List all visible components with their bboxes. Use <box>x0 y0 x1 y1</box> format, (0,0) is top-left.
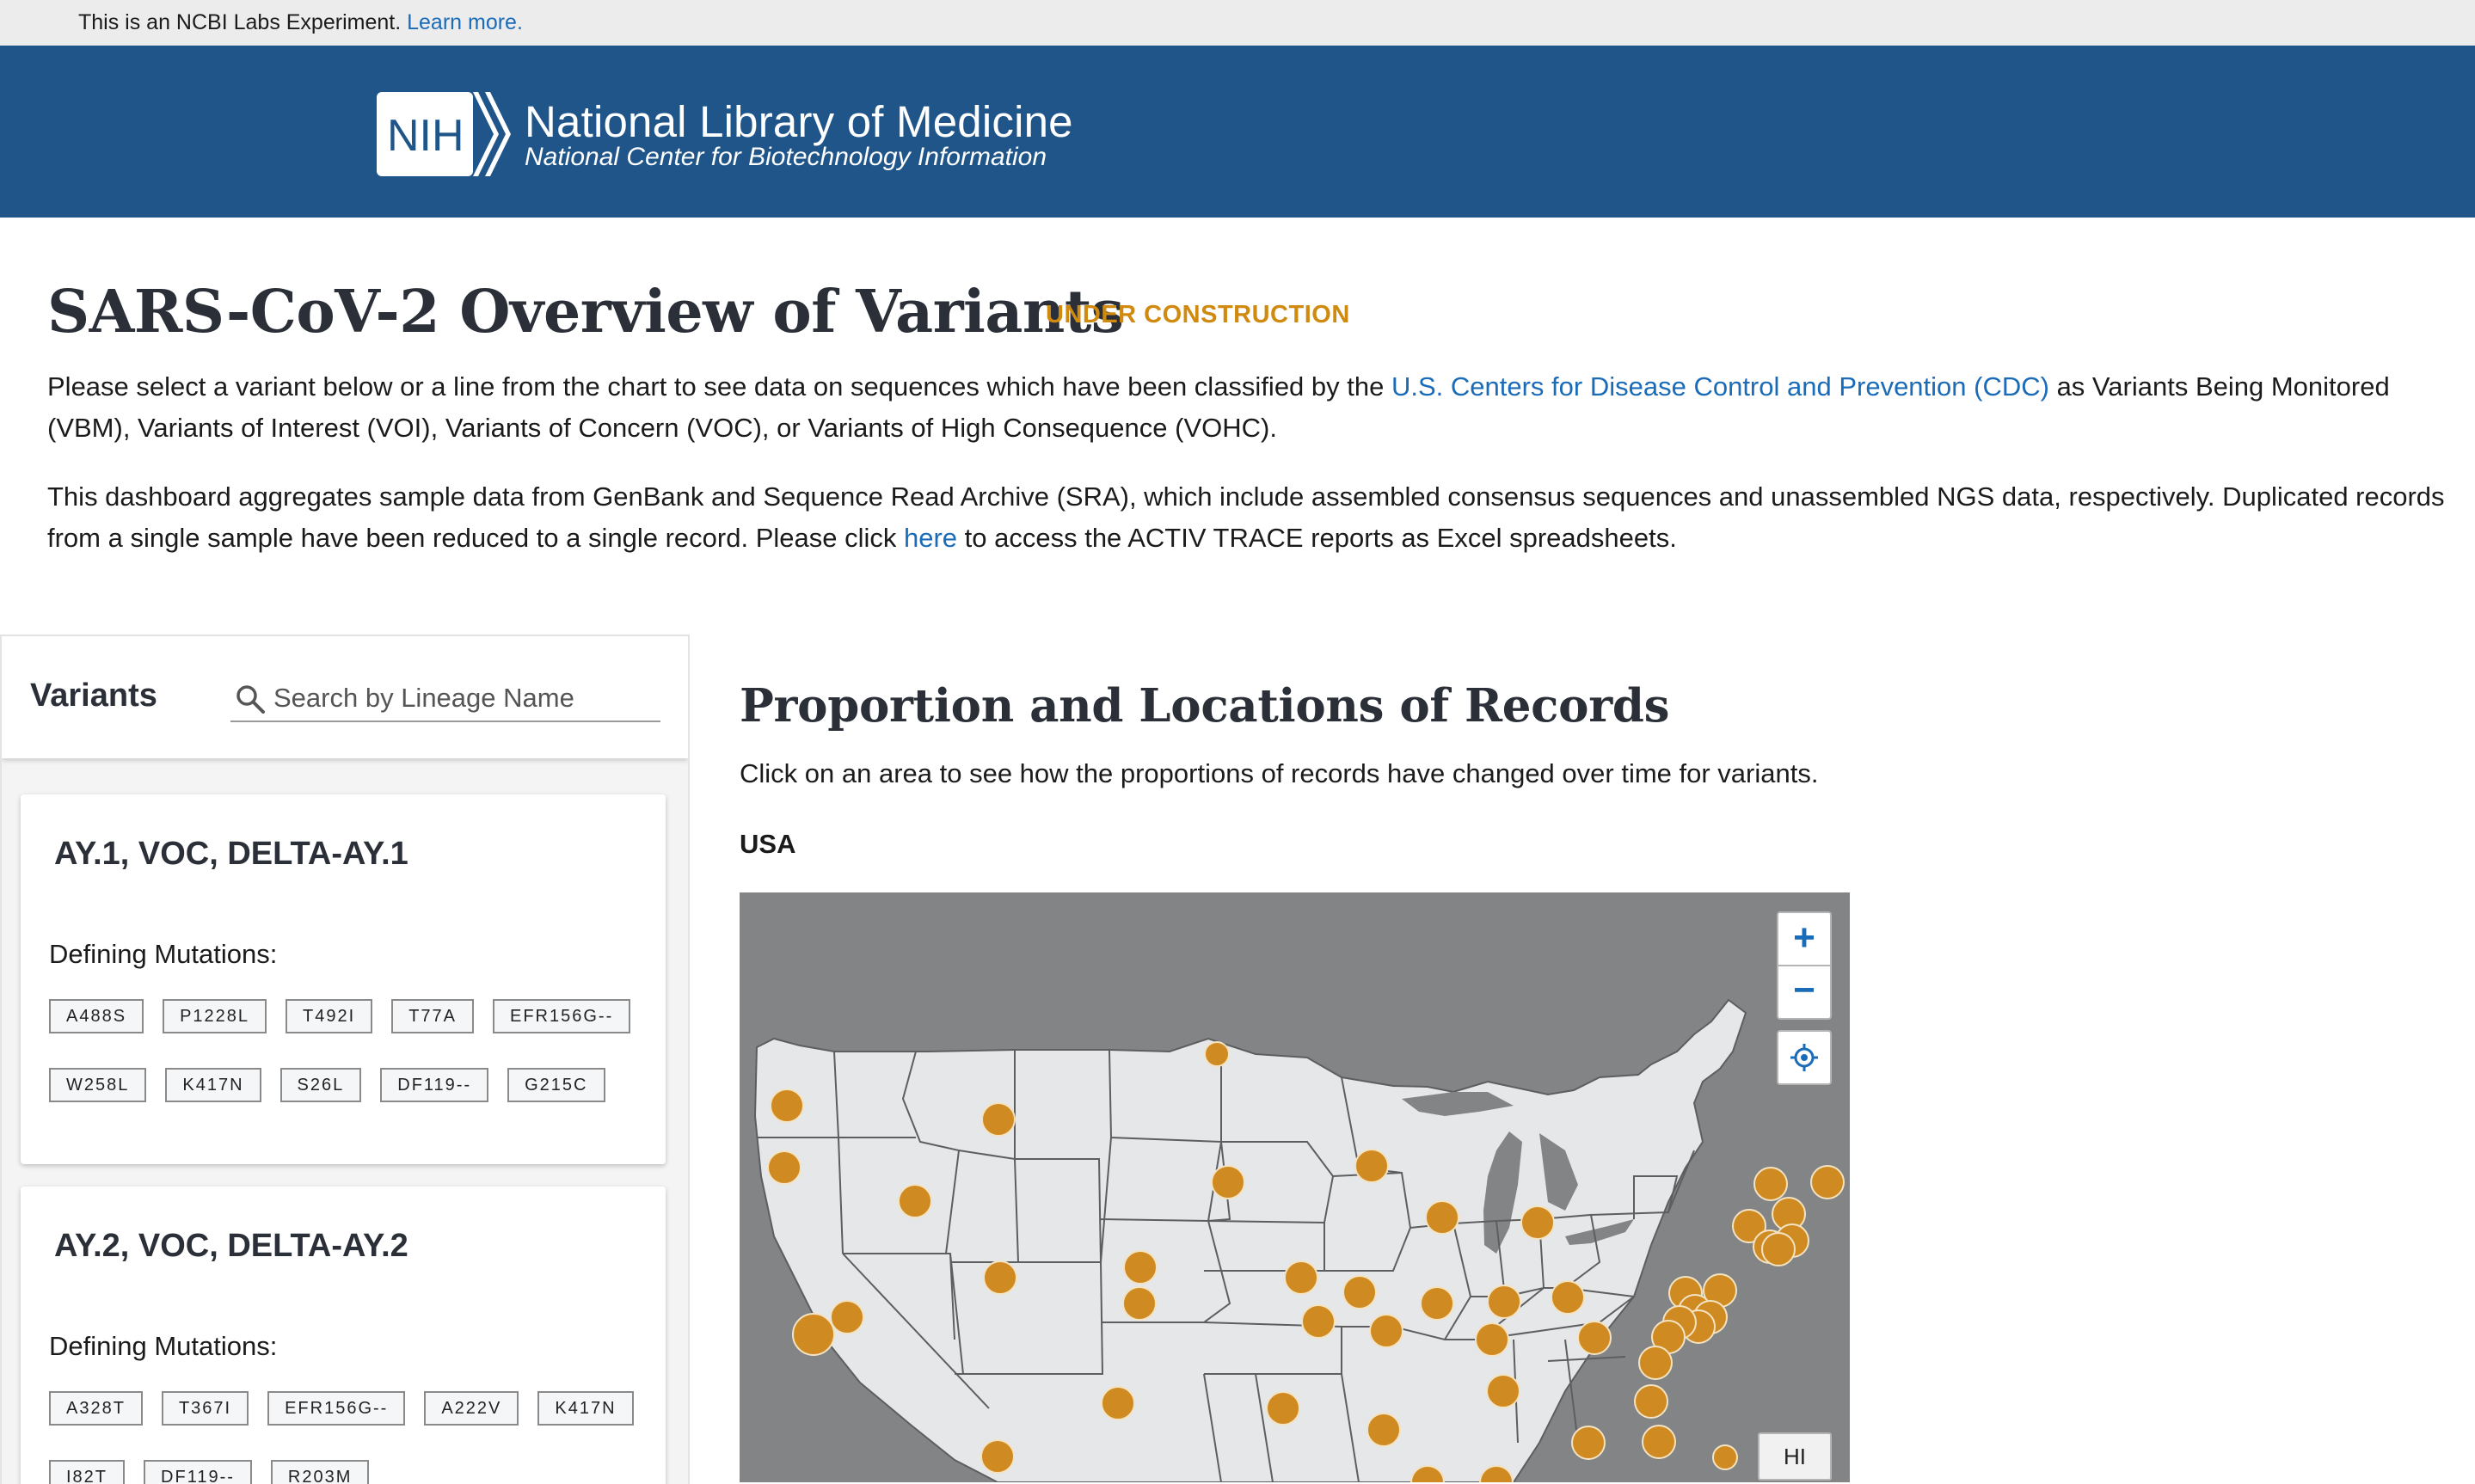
record-location-marker[interactable] <box>1810 1165 1845 1199</box>
mutation-chip[interactable]: EFR156G-- <box>267 1391 406 1426</box>
mutation-row: W258L K417N S26L DF119-- G215C <box>49 1068 605 1102</box>
intro-paragraph-2: This dashboard aggregates sample data fr… <box>47 476 2447 559</box>
mutation-chip[interactable]: R203M <box>270 1460 370 1484</box>
record-location-marker[interactable] <box>1101 1386 1135 1420</box>
mutation-chip[interactable]: I82T <box>49 1460 126 1484</box>
under-construction-badge: UNDER CONSTRUCTION <box>1046 301 1350 328</box>
record-location-marker[interactable] <box>770 1088 804 1123</box>
search-icon <box>236 685 265 714</box>
hawaii-button[interactable]: HI <box>1758 1432 1832 1481</box>
crosshair-icon <box>1790 1044 1818 1071</box>
record-location-marker[interactable] <box>1123 1250 1158 1285</box>
record-location-marker[interactable] <box>1520 1205 1555 1240</box>
lineage-search-input[interactable] <box>272 679 654 717</box>
mutation-chip[interactable]: W258L <box>49 1068 147 1102</box>
mutation-chip[interactable]: S26L <box>279 1068 362 1102</box>
cdc-link[interactable]: U.S. Centers for Disease Control and Pre… <box>1391 371 2049 402</box>
variant-card-title: AY.1, VOC, DELTA-AY.1 <box>54 836 408 872</box>
here-link[interactable]: here <box>904 523 957 553</box>
record-location-marker[interactable] <box>1551 1280 1585 1315</box>
record-location-marker[interactable] <box>1753 1167 1788 1201</box>
record-location-marker[interactable] <box>1366 1413 1401 1447</box>
nih-logo-icon[interactable]: NIH <box>377 92 511 176</box>
record-location-marker[interactable] <box>1425 1200 1459 1235</box>
mutation-chip[interactable]: T492I <box>286 999 373 1033</box>
mutation-row: A488S P1228L T492I T77A EFR156G-- <box>49 999 631 1033</box>
record-location-marker[interactable] <box>830 1300 864 1334</box>
record-location-marker[interactable] <box>1638 1346 1673 1380</box>
mutation-chip[interactable]: A222V <box>424 1391 519 1426</box>
site-header: NIH National Library of Medicine Nationa… <box>0 46 2475 218</box>
lineage-search[interactable] <box>230 676 660 722</box>
record-location-marker[interactable] <box>1487 1285 1521 1319</box>
record-location-marker[interactable] <box>1301 1304 1336 1339</box>
record-location-marker[interactable] <box>1761 1232 1796 1266</box>
record-location-marker[interactable] <box>1122 1286 1157 1321</box>
usa-map[interactable]: + − HI <box>740 892 1850 1482</box>
record-location-marker[interactable] <box>983 1260 1017 1295</box>
mutation-row: A328T T367I EFR156G-- A222V K417N <box>49 1391 634 1426</box>
map-description: Click on an area to see how the proporti… <box>740 758 1819 788</box>
record-location-marker[interactable] <box>980 1439 1015 1474</box>
record-location-marker[interactable] <box>1571 1426 1606 1460</box>
record-location-marker[interactable] <box>1634 1384 1668 1419</box>
mutation-chip[interactable]: EFR156G-- <box>493 999 631 1033</box>
mutation-chip[interactable]: DF119-- <box>144 1460 252 1484</box>
intro-paragraph-1: Please select a variant below or a line … <box>47 366 2447 449</box>
mutation-chip[interactable]: K417N <box>165 1068 261 1102</box>
labs-banner: This is an NCBI Labs Experiment. Learn m… <box>0 0 2475 46</box>
zoom-in-button[interactable]: + <box>1778 913 1830 966</box>
record-location-marker[interactable] <box>1266 1391 1300 1426</box>
record-location-marker[interactable] <box>792 1313 835 1356</box>
mutation-row: I82T DF119-- R203M <box>49 1460 370 1484</box>
zoom-control: + − <box>1777 911 1832 1020</box>
record-location-marker[interactable] <box>1486 1374 1520 1408</box>
record-location-marker[interactable] <box>1642 1425 1676 1459</box>
ncbi-subtitle: National Center for Biotechnology Inform… <box>525 143 1047 171</box>
nih-logo-text: NIH <box>387 111 464 161</box>
mutation-chip[interactable]: DF119-- <box>380 1068 489 1102</box>
learn-more-link[interactable]: Learn more. <box>407 10 523 34</box>
mutation-chip[interactable]: G215C <box>507 1068 605 1102</box>
mutation-chip[interactable]: A488S <box>49 999 144 1033</box>
mutation-chip[interactable]: T367I <box>161 1391 249 1426</box>
record-location-marker[interactable] <box>981 1102 1016 1137</box>
record-location-marker[interactable] <box>1420 1286 1454 1321</box>
mutation-chip[interactable]: A328T <box>49 1391 143 1426</box>
record-location-marker[interactable] <box>767 1150 801 1185</box>
intro2-text-b: to access the ACTIV TRACE reports as Exc… <box>957 523 1677 553</box>
variants-header: Variants <box>2 636 688 758</box>
mutation-chip[interactable]: T77A <box>391 999 474 1033</box>
zoom-out-button[interactable]: − <box>1778 966 1830 1017</box>
variants-panel: Variants AY.1, VOC, DELTA-AY.1 Defining … <box>0 635 690 1484</box>
record-location-marker[interactable] <box>1342 1275 1377 1309</box>
variant-card-ay1[interactable]: AY.1, VOC, DELTA-AY.1 Defining Mutations… <box>21 794 666 1164</box>
map-section-title: Proportion and Locations of Records <box>740 679 1670 733</box>
record-location-marker[interactable] <box>1369 1314 1403 1348</box>
region-label: USA <box>740 829 796 859</box>
defining-mutations-label: Defining Mutations: <box>49 1331 278 1361</box>
record-location-marker[interactable] <box>1577 1321 1612 1355</box>
record-location-marker[interactable] <box>1204 1041 1230 1067</box>
labs-banner-text: This is an NCBI Labs Experiment. <box>78 10 402 34</box>
variants-title: Variants <box>30 678 157 714</box>
mutation-chip[interactable]: K417N <box>537 1391 634 1426</box>
usa-map-canvas[interactable] <box>740 892 1850 1482</box>
record-location-marker[interactable] <box>1712 1444 1738 1470</box>
variant-card-title: AY.2, VOC, DELTA-AY.2 <box>54 1228 408 1264</box>
record-location-marker[interactable] <box>1475 1322 1509 1357</box>
record-location-marker[interactable] <box>1284 1260 1318 1295</box>
page-title: SARS-CoV-2 Overview of Variants <box>47 278 1124 346</box>
record-location-marker[interactable] <box>1354 1149 1389 1183</box>
record-location-marker[interactable] <box>898 1184 932 1218</box>
locate-button[interactable] <box>1777 1030 1832 1085</box>
record-location-marker[interactable] <box>1211 1165 1245 1199</box>
defining-mutations-label: Defining Mutations: <box>49 939 278 969</box>
intro1-text-a: Please select a variant below or a line … <box>47 371 1391 402</box>
variant-card-ay2[interactable]: AY.2, VOC, DELTA-AY.2 Defining Mutations… <box>21 1187 666 1484</box>
mutation-chip[interactable]: P1228L <box>163 999 267 1033</box>
